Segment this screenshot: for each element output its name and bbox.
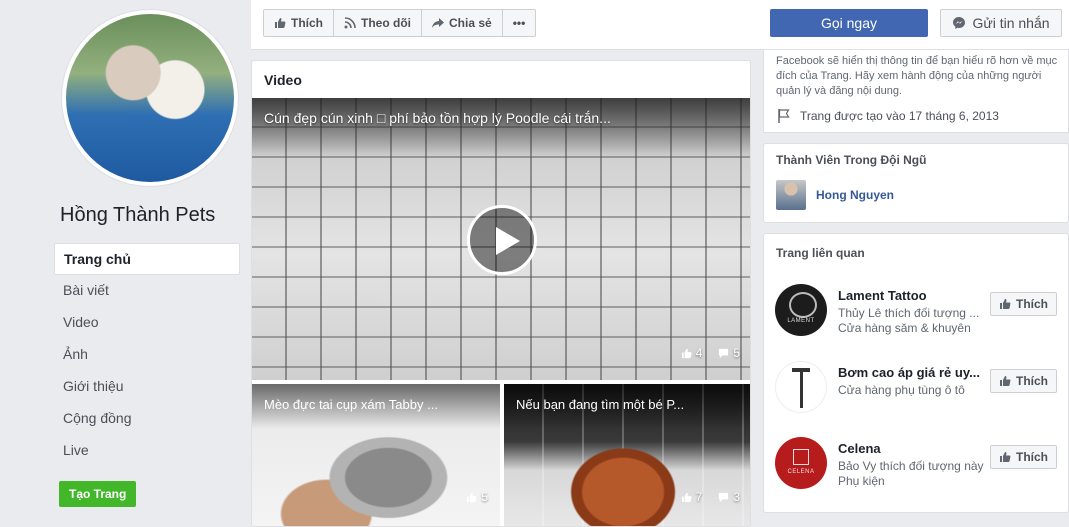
- related-page-item: Bơm cao áp giá rẻ uy... Cửa hàng phụ tùn…: [775, 361, 1065, 416]
- video-likes: 5: [481, 490, 488, 504]
- featured-video-comments: 5: [733, 346, 740, 360]
- like-related-page-button[interactable]: Thích: [990, 292, 1057, 316]
- thumbs-up-icon: [681, 492, 692, 502]
- share-arrow-icon: [432, 18, 444, 28]
- nav-item-photos[interactable]: Ảnh: [54, 339, 240, 371]
- page-created-label: Trang được tạo vào 17 tháng 6, 2013: [800, 109, 999, 123]
- related-page-logo[interactable]: [775, 361, 827, 413]
- related-page-name[interactable]: Celena: [838, 441, 988, 456]
- related-page-social-context: Thủy Lê thích đối tượng ...: [838, 306, 980, 320]
- video-stats: 5: [466, 490, 488, 504]
- related-page-item: Lament Tattoo Thủy Lê thích đối tượng ..…: [775, 284, 1065, 339]
- team-member[interactable]: Hong Nguyen: [776, 180, 894, 210]
- profile-photo: [66, 14, 234, 182]
- page-created-date: Trang được tạo vào 17 tháng 6, 2013: [776, 108, 999, 124]
- messenger-icon: [953, 17, 966, 29]
- send-message-button[interactable]: Gửi tin nhắn: [940, 9, 1062, 37]
- avatar[interactable]: [776, 180, 806, 210]
- like-page-button[interactable]: Thích: [264, 10, 334, 36]
- comment-icon: [719, 492, 729, 502]
- title-shade: [252, 98, 750, 158]
- nav-item-videos[interactable]: Video: [54, 307, 240, 339]
- play-icon[interactable]: [467, 205, 537, 275]
- like-button-label: Thích: [1016, 374, 1048, 388]
- action-button-group: Thích Theo dõi Chia sẻ •••: [263, 9, 537, 37]
- nav-item-live[interactable]: Live: [54, 435, 240, 467]
- related-pages-heading: Trang liên quan: [776, 246, 865, 260]
- send-message-label: Gửi tin nhắn: [972, 15, 1050, 31]
- comment-icon: [719, 348, 729, 358]
- related-page-category: Cửa hàng phụ tùng ô tô: [838, 383, 965, 397]
- thumbs-up-icon: [1000, 299, 1011, 309]
- share-label: Chia sẻ: [449, 16, 492, 30]
- like-button-label: Thích: [1016, 450, 1048, 464]
- share-button[interactable]: Chia sẻ: [422, 10, 503, 36]
- team-heading: Thành Viên Trong Đội Ngũ: [776, 153, 927, 167]
- page-nav: Trang chủ Bài viết Video Ảnh Giới thiệu …: [54, 243, 240, 467]
- follow-label: Theo dõi: [361, 16, 411, 30]
- transparency-text: Facebook sẽ hiển thị thông tin để bạn hi…: [776, 55, 1058, 97]
- team-member-name[interactable]: Hong Nguyen: [816, 188, 894, 202]
- left-column: Hồng Thành Pets Trang chủ Bài viết Video…: [0, 0, 250, 527]
- flag-icon: [778, 109, 790, 123]
- thumbs-up-icon: [681, 348, 692, 358]
- related-page-category: Phụ kiện: [838, 474, 885, 488]
- like-related-page-button[interactable]: Thích: [990, 445, 1057, 469]
- related-page-name[interactable]: Lament Tattoo: [838, 288, 988, 303]
- related-page-social-context: Bảo Vy thích đối tượng này: [838, 459, 984, 473]
- thumbs-up-icon: [1000, 376, 1011, 386]
- related-page-logo[interactable]: [775, 437, 827, 489]
- video-thumbnail-cat[interactable]: Mèo đực tai cụp xám Tabby ... 5: [252, 384, 500, 526]
- nav-item-posts[interactable]: Bài viết: [54, 275, 240, 307]
- video-thumbnail-dog[interactable]: Nếu bạn đang tìm một bé P... 7 3: [504, 384, 750, 526]
- thumbs-up-icon: [467, 492, 477, 502]
- like-button-label: Thích: [1016, 297, 1048, 311]
- nav-item-about[interactable]: Giới thiệu: [54, 371, 240, 403]
- thumbs-up-icon: [275, 18, 286, 28]
- featured-video-likes: 4: [695, 346, 703, 360]
- more-icon: •••: [512, 16, 526, 30]
- more-options-button[interactable]: •••: [503, 10, 536, 36]
- video-title[interactable]: Mèo đực tai cụp xám Tabby ...: [264, 397, 440, 412]
- video-comments: 3: [733, 490, 740, 504]
- profile-picture[interactable]: [62, 10, 238, 186]
- related-page-logo[interactable]: [775, 284, 827, 336]
- nav-item-community[interactable]: Cộng đồng: [54, 403, 240, 435]
- related-page-name[interactable]: Bơm cao áp giá rẻ uy...: [838, 365, 988, 380]
- video-section: Video Cún đẹp cún xinh □ phí bảo tồn hợp…: [251, 60, 751, 527]
- like-related-page-button[interactable]: Thích: [990, 369, 1057, 393]
- follow-button[interactable]: Theo dõi: [334, 10, 422, 36]
- like-page-label: Thích: [291, 16, 323, 30]
- featured-video-title[interactable]: Cún đẹp cún xinh □ phí bảo tồn hợp lý Po…: [264, 110, 652, 126]
- team-members-card: Thành Viên Trong Đội Ngũ Hong Nguyen: [763, 143, 1069, 223]
- video-stats: 7 3: [681, 490, 740, 504]
- video-title[interactable]: Nếu bạn đang tìm một bé P...: [516, 397, 692, 412]
- nav-item-home[interactable]: Trang chủ: [54, 243, 240, 275]
- action-bar: Thích Theo dõi Chia sẻ ••• Gọi ngay Gửi …: [251, 0, 1069, 50]
- thumbs-up-icon: [1000, 452, 1011, 462]
- video-likes: 7: [695, 490, 703, 504]
- related-pages-card: Trang liên quan Lament Tattoo Thủy Lê th…: [763, 233, 1069, 513]
- featured-video-stats: 4 5: [681, 346, 740, 360]
- rss-icon: [344, 17, 356, 29]
- video-section-heading[interactable]: Video: [264, 72, 302, 88]
- page-title[interactable]: Hồng Thành Pets: [60, 204, 215, 227]
- create-page-button[interactable]: Tạo Trang: [59, 481, 137, 507]
- page-transparency-card: Facebook sẽ hiển thị thông tin để bạn hi…: [763, 50, 1069, 133]
- related-page-category: Cửa hàng săm & khuyên: [838, 321, 971, 335]
- call-now-button[interactable]: Gọi ngay: [770, 9, 928, 37]
- related-page-item: Celena Bảo Vy thích đối tượng này Phụ ki…: [775, 437, 1065, 492]
- featured-video[interactable]: Cún đẹp cún xinh □ phí bảo tồn hợp lý Po…: [252, 98, 750, 380]
